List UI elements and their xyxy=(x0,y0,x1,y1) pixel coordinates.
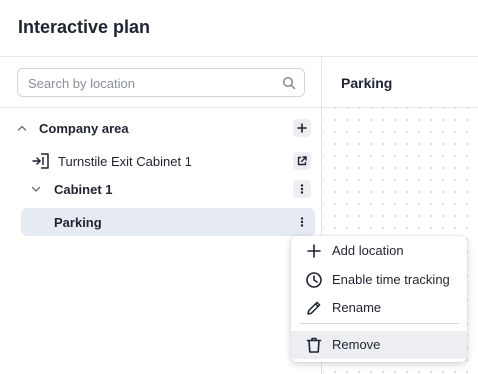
tree-item-label: Parking xyxy=(54,215,102,230)
page-title: Interactive plan xyxy=(18,17,151,37)
search-icon[interactable] xyxy=(282,76,296,90)
menu-item-label: Enable time tracking xyxy=(332,272,450,287)
menu-item-remove[interactable]: Remove xyxy=(291,331,467,359)
tree-item-turnstile[interactable]: Turnstile Exit Cabinet 1 xyxy=(21,147,315,175)
chevron-down-icon[interactable] xyxy=(30,183,42,195)
tree-item-label: Company area xyxy=(39,121,129,136)
plus-icon xyxy=(307,244,321,258)
menu-item-enable-time-tracking[interactable]: Enable time tracking xyxy=(291,266,467,294)
trash-icon xyxy=(306,337,322,353)
chevron-up-icon[interactable] xyxy=(16,122,28,134)
app-window: Interactive plan Company area xyxy=(0,0,478,374)
menu-divider xyxy=(299,323,459,324)
plan-header: Parking xyxy=(323,57,478,108)
more-options-button[interactable] xyxy=(293,213,311,231)
add-location-button[interactable] xyxy=(293,119,311,137)
clock-icon xyxy=(306,272,322,288)
turnstile-exit-icon xyxy=(32,153,49,169)
context-menu: Add location Enable time tracking Rename… xyxy=(291,236,467,362)
menu-item-label: Add location xyxy=(332,243,404,258)
more-options-button[interactable] xyxy=(293,180,311,198)
search-input[interactable] xyxy=(28,75,273,91)
menu-item-label: Rename xyxy=(332,300,382,315)
plus-icon xyxy=(297,123,307,133)
header: Interactive plan xyxy=(0,0,478,57)
menu-item-label: Remove xyxy=(332,337,381,352)
menu-item-add-location[interactable]: Add location xyxy=(291,237,467,265)
more-vertical-icon xyxy=(300,184,304,194)
tree-item-label: Cabinet 1 xyxy=(54,182,113,197)
tree-item-label: Turnstile Exit Cabinet 1 xyxy=(58,154,192,169)
tree-item-parking[interactable]: Parking xyxy=(21,208,315,236)
open-external-button[interactable] xyxy=(293,152,311,170)
open-external-icon xyxy=(297,156,307,166)
menu-item-rename[interactable]: Rename xyxy=(291,294,467,322)
search-box[interactable] xyxy=(17,68,305,97)
plan-title: Parking xyxy=(341,75,393,91)
locations-panel: Company area Turnstile Exit Cabinet 1 xyxy=(0,57,322,374)
pencil-icon xyxy=(307,301,321,315)
search-bar xyxy=(0,57,322,108)
tree-item-company-area[interactable]: Company area xyxy=(17,114,315,142)
more-vertical-icon xyxy=(300,217,304,227)
tree-item-cabinet-1[interactable]: Cabinet 1 xyxy=(21,175,315,203)
